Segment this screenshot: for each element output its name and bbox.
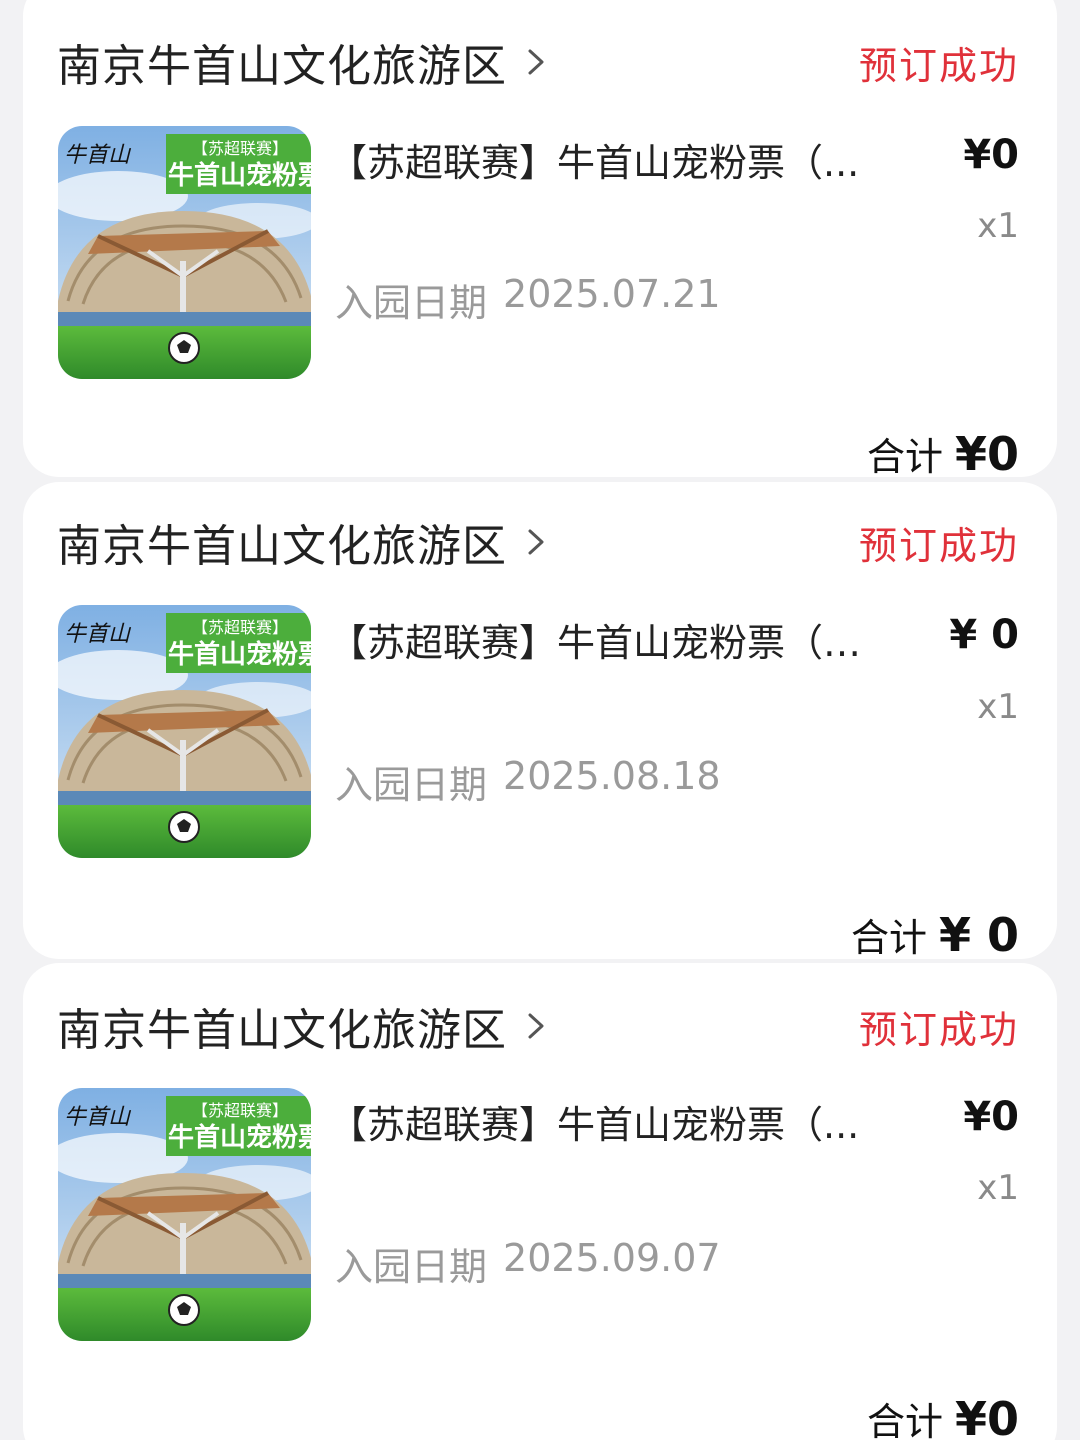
visit-date-label: 入园日期	[335, 763, 488, 807]
shop-link[interactable]: 南京牛首山文化旅游区	[57, 994, 551, 1058]
shop-name[interactable]: 南京牛首山文化旅游区	[57, 510, 507, 574]
product-title[interactable]: 【苏超联赛】牛首山宠粉票（...	[329, 1094, 889, 1149]
order-total: 合计 ¥0	[867, 1391, 1019, 1440]
image-badge: 【苏超联赛】	[192, 1101, 288, 1120]
total-amount: ¥ 0	[938, 908, 1019, 959]
product-title[interactable]: 【苏超联赛】牛首山宠粉票（有...	[329, 612, 889, 667]
product-price: ¥0	[963, 132, 1019, 178]
shop-link[interactable]: 南京牛首山文化旅游区	[57, 510, 551, 574]
visit-date: 入园日期 2025.08.18	[335, 754, 721, 809]
image-logo: 牛首山	[64, 1105, 132, 1130]
image-logo: 牛首山	[64, 143, 132, 168]
visit-date-value: 2025.07.21	[503, 272, 721, 316]
chevron-right-icon[interactable]	[521, 522, 551, 562]
order-status: 预订成功	[858, 1007, 1019, 1052]
image-badge: 【苏超联赛】	[192, 139, 288, 158]
product-title[interactable]: 【苏超联赛】牛首山宠粉票（...	[329, 132, 889, 187]
order-list: 南京牛首山文化旅游区 预订成功 【苏超联赛】 牛首山宠粉票 牛首山 【苏超联赛】…	[0, 0, 1080, 1440]
product-price: ¥ 0	[949, 612, 1019, 658]
visit-date: 入园日期 2025.09.07	[335, 1236, 721, 1291]
total-label: 合计	[850, 916, 927, 959]
order-card[interactable]: 南京牛首山文化旅游区 预订成功 【苏超联赛】 牛首山宠粉票 牛首山 【苏超联赛】…	[23, 482, 1057, 959]
image-title: 牛首山宠粉票	[168, 1122, 311, 1153]
image-badge: 【苏超联赛】	[192, 618, 288, 637]
total-amount: ¥0	[954, 1392, 1019, 1440]
product-image[interactable]: 【苏超联赛】 牛首山宠粉票 牛首山	[58, 605, 311, 858]
total-label: 合计	[866, 1400, 943, 1440]
order-total: 合计 ¥ 0	[851, 907, 1019, 959]
order-status: 预订成功	[858, 43, 1019, 88]
product-price: ¥0	[963, 1094, 1019, 1140]
order-status: 预订成功	[858, 523, 1019, 568]
order-card-header: 南京牛首山文化旅游区 预订成功	[57, 32, 1019, 92]
shop-link[interactable]: 南京牛首山文化旅游区	[57, 30, 551, 94]
order-card-header: 南京牛首山文化旅游区 预订成功	[57, 996, 1019, 1056]
image-title: 牛首山宠粉票	[168, 639, 311, 670]
product-image[interactable]: 【苏超联赛】 牛首山宠粉票 牛首山	[58, 126, 311, 379]
order-card-header: 南京牛首山文化旅游区 预订成功	[57, 512, 1019, 572]
visit-date-value: 2025.08.18	[503, 754, 721, 798]
shop-name[interactable]: 南京牛首山文化旅游区	[57, 30, 507, 94]
chevron-right-icon[interactable]	[521, 42, 551, 82]
product-quantity: x1	[977, 206, 1019, 246]
total-amount: ¥0	[954, 427, 1019, 477]
chevron-right-icon[interactable]	[521, 1006, 551, 1046]
shop-name[interactable]: 南京牛首山文化旅游区	[57, 994, 507, 1058]
visit-date-label: 入园日期	[335, 1245, 488, 1289]
visit-date: 入园日期 2025.07.21	[335, 272, 721, 327]
order-card[interactable]: 南京牛首山文化旅游区 预订成功 【苏超联赛】 牛首山宠粉票 牛首山 【苏超联赛】…	[23, 963, 1057, 1440]
image-logo: 牛首山	[64, 622, 132, 647]
visit-date-value: 2025.09.07	[503, 1236, 721, 1280]
product-quantity: x1	[977, 1168, 1019, 1208]
visit-date-label: 入园日期	[335, 281, 488, 325]
product-image[interactable]: 【苏超联赛】 牛首山宠粉票 牛首山	[58, 1088, 311, 1341]
order-card[interactable]: 南京牛首山文化旅游区 预订成功 【苏超联赛】 牛首山宠粉票 牛首山 【苏超联赛】…	[23, 0, 1057, 477]
image-title: 牛首山宠粉票	[168, 160, 311, 191]
product-quantity: x1	[977, 687, 1019, 727]
total-label: 合计	[866, 435, 943, 477]
order-total: 合计 ¥0	[867, 426, 1019, 477]
